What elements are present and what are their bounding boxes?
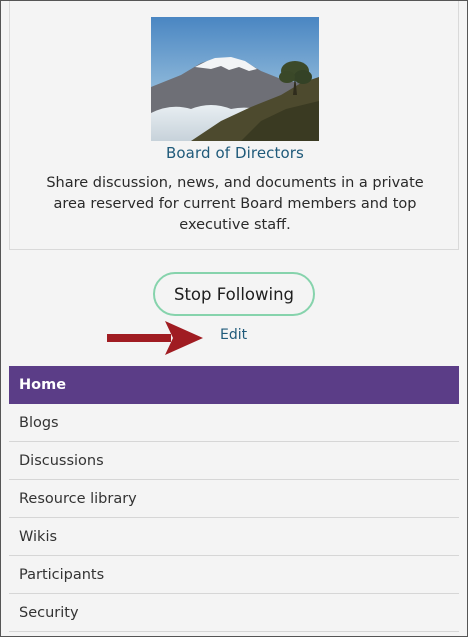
group-nav: Home Blogs Discussions Resource library … bbox=[9, 366, 459, 632]
nav-item-participants[interactable]: Participants bbox=[9, 556, 459, 594]
stop-following-button[interactable]: Stop Following bbox=[153, 272, 315, 316]
nav-item-label: Wikis bbox=[19, 528, 58, 545]
nav-item-label: Security bbox=[19, 604, 79, 621]
nav-item-wikis[interactable]: Wikis bbox=[9, 518, 459, 556]
group-description: Share discussion, news, and documents in… bbox=[46, 175, 424, 233]
nav-item-discussions[interactable]: Discussions bbox=[9, 442, 459, 480]
nav-item-security[interactable]: Security bbox=[9, 594, 459, 632]
edit-link[interactable]: Edit bbox=[220, 327, 247, 343]
nav-item-resource-library[interactable]: Resource library bbox=[9, 480, 459, 518]
nav-item-label: Home bbox=[19, 377, 67, 393]
group-image bbox=[151, 17, 319, 141]
nav-item-label: Blogs bbox=[19, 414, 59, 431]
nav-item-blogs[interactable]: Blogs bbox=[9, 404, 459, 442]
red-arrow-icon bbox=[107, 321, 203, 355]
nav-item-home[interactable]: Home bbox=[9, 366, 459, 404]
nav-item-label: Resource library bbox=[19, 490, 137, 507]
nav-item-label: Discussions bbox=[19, 452, 104, 469]
page-frame: Board of Directors Share discussion, new… bbox=[0, 0, 468, 637]
group-card: Board of Directors Share discussion, new… bbox=[9, 1, 459, 250]
group-title[interactable]: Board of Directors bbox=[10, 144, 460, 162]
nav-item-label: Participants bbox=[19, 566, 105, 583]
